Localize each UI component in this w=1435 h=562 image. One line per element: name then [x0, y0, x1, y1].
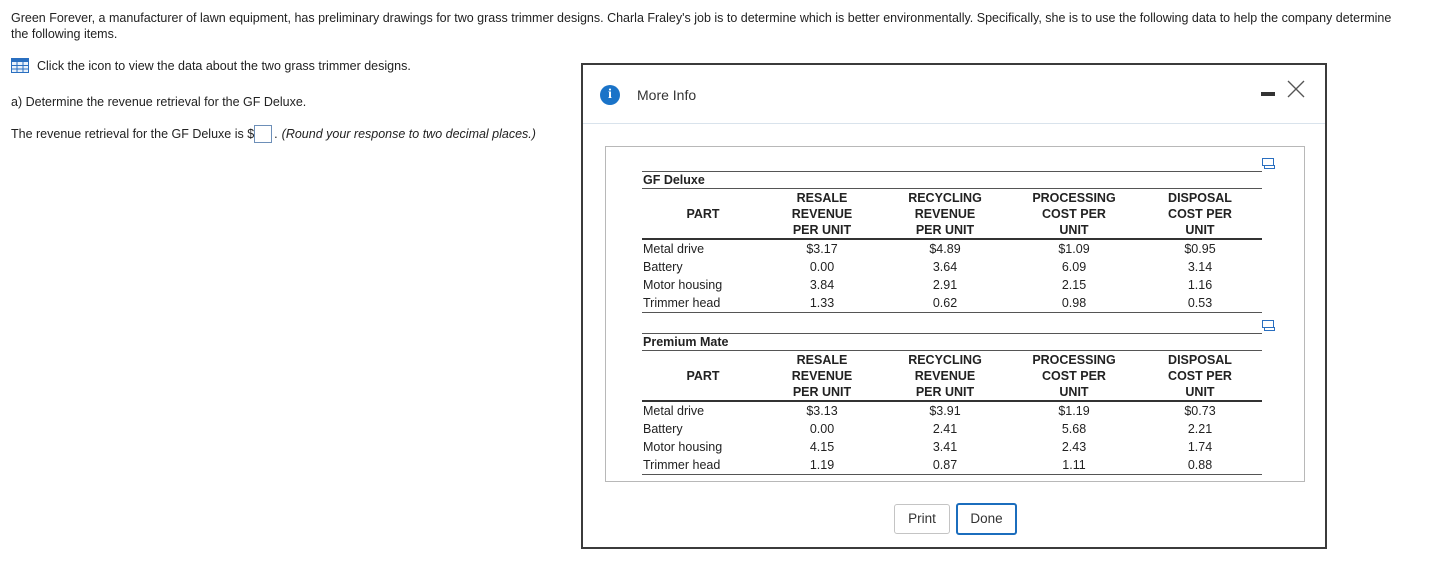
- answer-suffix: .: [274, 127, 278, 141]
- data-link-label[interactable]: Click the icon to view the data about th…: [37, 59, 411, 73]
- table-cell: 0.00: [809, 422, 835, 436]
- problem-intro: Green Forever, a manufacturer of lawn eq…: [11, 11, 1392, 41]
- column-header: RECYCLING REVENUE PER UNIT: [908, 190, 982, 237]
- table-cell: Motor housing: [643, 440, 723, 454]
- table-cell: 3.14: [1187, 260, 1213, 274]
- table-cell: 1.33: [809, 296, 835, 310]
- table-row: Motor housing 4.15 3.41 2.43 1.74: [642, 438, 1262, 456]
- table-cell: 0.53: [1187, 296, 1213, 310]
- table-row: Trimmer head 1.33 0.62 0.98 0.53: [642, 294, 1262, 313]
- table-cell: $3.91: [929, 404, 961, 418]
- table-cell: $1.19: [1058, 404, 1090, 418]
- table-cell: 6.09: [1061, 260, 1087, 274]
- column-header: PART: [686, 206, 720, 221]
- table-cell: Battery: [643, 260, 683, 274]
- table-cell: Metal drive: [643, 404, 705, 418]
- table-cell: $3.13: [806, 404, 838, 418]
- table-cell: $1.09: [1058, 242, 1090, 256]
- print-button[interactable]: Print: [894, 504, 950, 534]
- table-cell: 0.00: [809, 260, 835, 274]
- table-cell: 3.64: [932, 260, 958, 274]
- table-cell: 0.87: [932, 458, 958, 472]
- table-cell: 2.15: [1061, 278, 1087, 292]
- table-cell: 0.62: [932, 296, 958, 310]
- table-caption: GF Deluxe: [642, 171, 1262, 189]
- table-header: PART RESALE REVENUE PER UNIT RECYCLING R…: [642, 351, 1262, 402]
- table-cell: 0.98: [1061, 296, 1087, 310]
- question-a: a) Determine the revenue retrieval for t…: [11, 95, 307, 109]
- column-header: DISPOSAL COST PER UNIT: [1168, 190, 1232, 237]
- gf-deluxe-table: GF Deluxe PART RESALE REVENUE PER UNIT R…: [642, 171, 1262, 313]
- table-cell: 2.91: [932, 278, 958, 292]
- table-cell: Trimmer head: [643, 458, 721, 472]
- table-cell: 1.11: [1062, 458, 1086, 472]
- modal-title: More Info: [637, 87, 697, 103]
- table-cell: Trimmer head: [643, 296, 721, 310]
- copy-icon[interactable]: [1262, 320, 1275, 331]
- copy-icon[interactable]: [1262, 158, 1275, 169]
- column-header: RECYCLING REVENUE PER UNIT: [908, 352, 982, 399]
- table-cell: 5.68: [1061, 422, 1087, 436]
- answer-prefix: The revenue retrieval for the GF Deluxe …: [11, 127, 255, 141]
- done-button[interactable]: Done: [956, 503, 1017, 535]
- table-cell: 3.84: [809, 278, 835, 292]
- table-row: Metal drive $3.17 $4.89 $1.09 $0.95: [642, 240, 1262, 258]
- table-panel: GF Deluxe PART RESALE REVENUE PER UNIT R…: [605, 146, 1305, 482]
- table-cell: 1.19: [809, 458, 835, 472]
- table-cell: 1.16: [1187, 278, 1213, 292]
- data-link[interactable]: Click the icon to view the data about th…: [11, 58, 411, 73]
- table-cell: Metal drive: [643, 242, 705, 256]
- answer-input[interactable]: [254, 125, 273, 143]
- table-grid-icon[interactable]: [11, 58, 29, 73]
- column-header: DISPOSAL COST PER UNIT: [1168, 352, 1232, 399]
- table-row: Trimmer head 1.19 0.87 1.11 0.88: [642, 456, 1262, 475]
- info-icon: i: [600, 85, 620, 105]
- table-cell: 2.21: [1187, 422, 1213, 436]
- table-cell: 2.41: [932, 422, 958, 436]
- table-cell: Battery: [643, 422, 683, 436]
- table-cell: $4.89: [929, 242, 961, 256]
- premium-mate-table: Premium Mate PART RESALE REVENUE PER UNI…: [642, 333, 1262, 475]
- table-cell: Motor housing: [643, 278, 723, 292]
- modal-header: i More Info: [583, 65, 1325, 124]
- minimize-icon[interactable]: [1261, 92, 1275, 96]
- table-row: Battery 0.00 2.41 5.68 2.21: [642, 420, 1262, 438]
- table-cell: $3.17: [806, 242, 838, 256]
- table-cell: 1.74: [1187, 440, 1213, 454]
- table-row: Metal drive $3.13 $3.91 $1.19 $0.73: [642, 402, 1262, 420]
- column-header: RESALE REVENUE PER UNIT: [791, 190, 853, 237]
- column-header: PART: [686, 368, 720, 383]
- column-header: PROCESSING COST PER UNIT: [1032, 190, 1116, 237]
- table-caption: Premium Mate: [642, 333, 1262, 351]
- table-cell: 2.43: [1061, 440, 1087, 454]
- table-row: Battery 0.00 3.64 6.09 3.14: [642, 258, 1262, 276]
- table-header: PART RESALE REVENUE PER UNIT RECYCLING R…: [642, 189, 1262, 240]
- column-header: RESALE REVENUE PER UNIT: [791, 352, 853, 399]
- table-cell: 4.15: [809, 440, 835, 454]
- table-cell: $0.73: [1184, 404, 1216, 418]
- table-cell: $0.95: [1184, 242, 1216, 256]
- table-cell: 0.88: [1187, 458, 1213, 472]
- round-note: (Round your response to two decimal plac…: [281, 127, 536, 141]
- answer-line: The revenue retrieval for the GF Deluxe …: [11, 125, 536, 143]
- table-row: Motor housing 3.84 2.91 2.15 1.16: [642, 276, 1262, 294]
- table-cell: 3.41: [932, 440, 958, 454]
- close-icon[interactable]: [1285, 78, 1307, 100]
- column-header: PROCESSING COST PER UNIT: [1032, 352, 1116, 399]
- more-info-modal: i More Info GF Deluxe PART RESALE REVENU…: [581, 63, 1327, 549]
